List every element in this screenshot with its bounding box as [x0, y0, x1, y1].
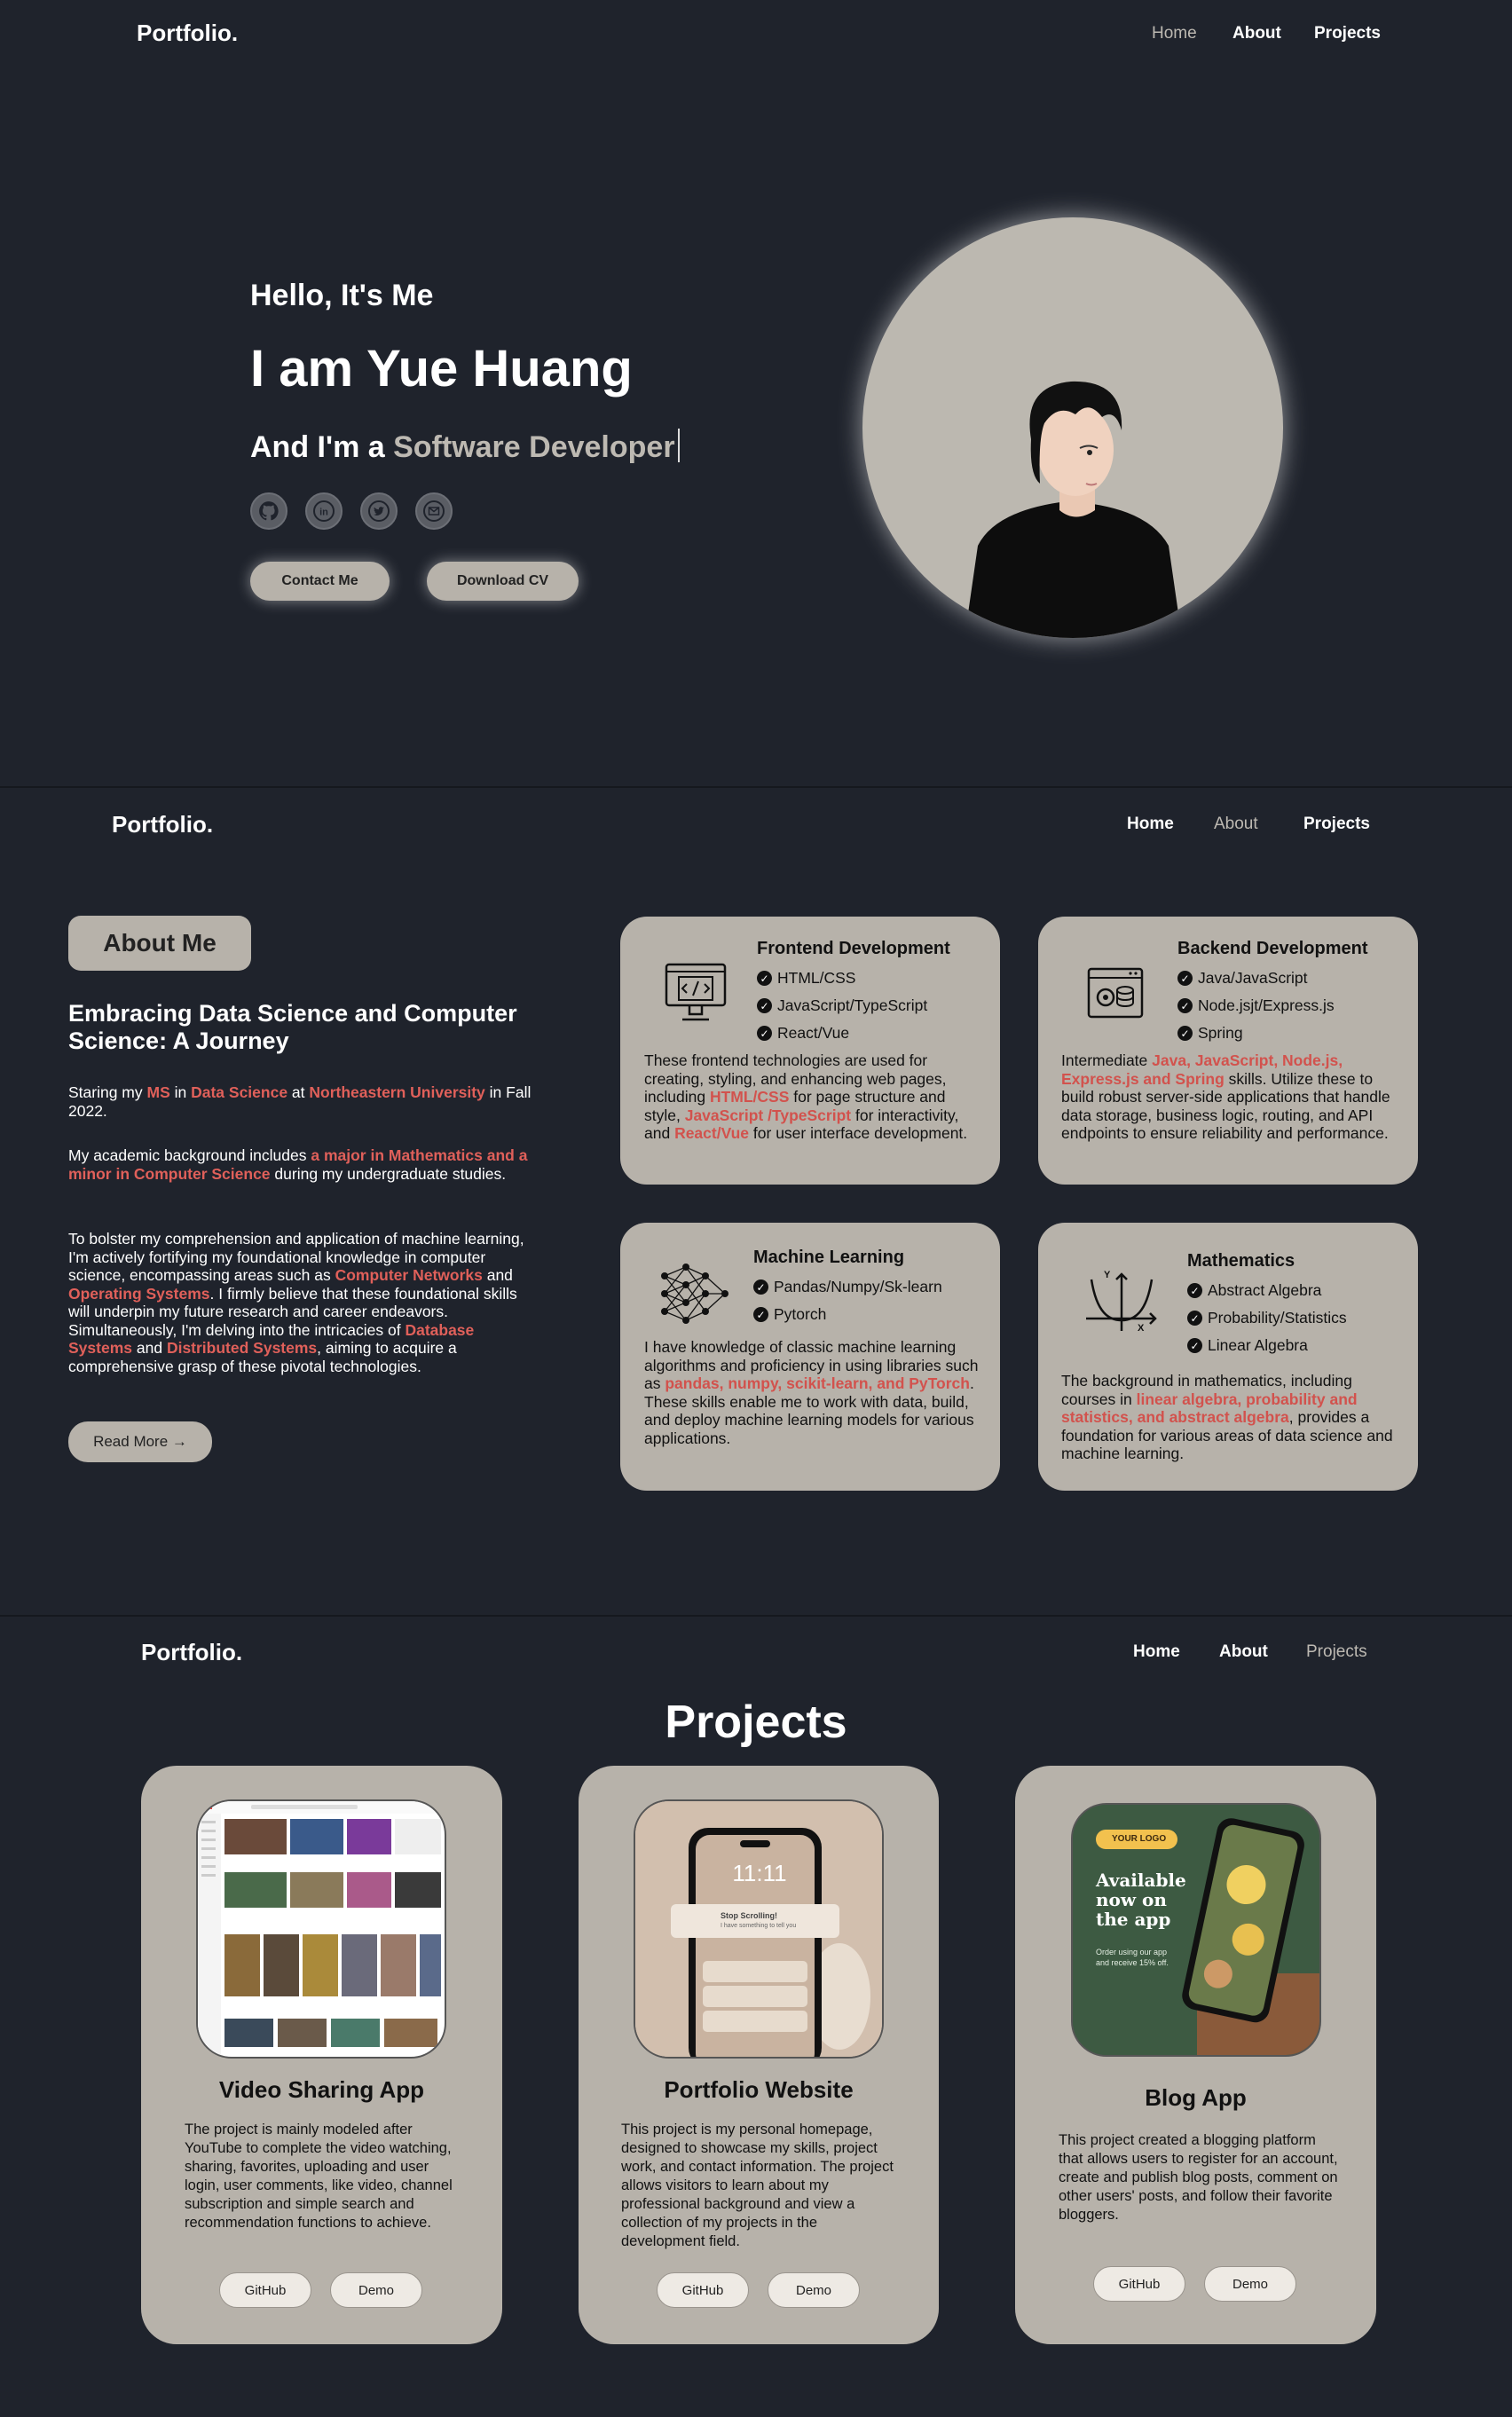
phone-clock: 11:11	[732, 1860, 787, 1886]
linkedin-icon[interactable]: in	[305, 492, 343, 530]
skill-item: ✓ Pytorch	[753, 1301, 942, 1328]
skill-card-frontend: Frontend Development ✓ HTML/CSS ✓ JavaScri…	[620, 917, 1000, 1185]
avatar	[862, 217, 1283, 638]
nav-logo[interactable]: Portfolio.	[137, 20, 238, 47]
promo-subtitle: Order using our app and receive 15% off.	[1096, 1948, 1169, 1967]
project-description: The project is mainly modeled after YouT…	[185, 2122, 453, 2231]
mail-icon[interactable]	[415, 492, 453, 530]
check-icon: ✓	[1187, 1338, 1202, 1353]
skill-description: I have knowledge of classic machine lear…	[644, 1338, 979, 1447]
nav-link-projects[interactable]: Projects	[1303, 815, 1370, 834]
hero-name: I am Yue Huang	[250, 340, 633, 398]
skill-title: Frontend Development	[757, 939, 950, 958]
project-card-portfolio: 11:11 Stop Scrolling! I have something t…	[579, 1766, 939, 2344]
skill-item: ✓ Node.jsjt/Express.js	[1177, 992, 1335, 1020]
skill-item: ✓ Probability/Statistics	[1187, 1304, 1347, 1332]
about-me-badge: About Me	[68, 916, 251, 971]
skill-item: ✓ Spring	[1177, 1020, 1335, 1047]
nav-link-about[interactable]: About	[1214, 815, 1258, 834]
about-title: Embracing Data Science and Computer Scie…	[68, 1000, 517, 1054]
project-description: This project is my personal homepage, de…	[621, 2122, 894, 2249]
about-paragraph-3: To bolster my comprehension and applicat…	[68, 1230, 524, 1375]
hero-greeting: Hello, It's Me	[250, 279, 434, 312]
hero-role-text: Software Developer	[393, 430, 675, 464]
skill-title: Mathematics	[1187, 1251, 1295, 1271]
nav-link-home[interactable]: Home	[1127, 815, 1174, 834]
notification-subtitle: I have something to tell you	[721, 1923, 797, 1929]
hero-role: And I'm a Software Developer	[250, 429, 680, 465]
check-icon: ✓	[753, 1279, 768, 1295]
nav-link-about[interactable]: About	[1219, 1642, 1268, 1662]
twitter-icon[interactable]	[360, 492, 398, 530]
demo-button[interactable]: Demo	[768, 2272, 860, 2308]
check-icon: ✓	[1177, 1026, 1193, 1041]
skill-card-mathematics: YX Mathematics ✓ Abstract Algebra ✓ Probab…	[1038, 1223, 1418, 1491]
skill-title: Machine Learning	[753, 1248, 905, 1267]
project-screenshot: YOUR LOGO Available now on the app Order…	[1071, 1803, 1321, 2057]
about-paragraph-1: Staring my MS in Data Science at Northea…	[68, 1083, 532, 1120]
nav-link-about[interactable]: About	[1232, 24, 1281, 43]
svg-text:X: X	[1138, 1323, 1145, 1333]
check-icon: ✓	[753, 1307, 768, 1322]
check-icon: ✓	[1187, 1283, 1202, 1298]
typing-cursor	[677, 429, 680, 462]
project-screenshot	[196, 1799, 446, 2059]
nav-logo[interactable]: Portfolio.	[141, 1639, 242, 1666]
promo-title: Available now on the app	[1096, 1870, 1186, 1930]
check-icon: ✓	[1187, 1311, 1202, 1326]
skill-title: Backend Development	[1177, 939, 1368, 958]
svg-text:in: in	[319, 508, 328, 518]
github-icon[interactable]	[250, 492, 287, 530]
project-title: Blog App	[1145, 2084, 1247, 2111]
project-title: Video Sharing App	[218, 2076, 425, 2103]
check-icon: ✓	[757, 971, 772, 986]
skill-card-machine-learning: Machine Learning ✓ Pandas/Numpy/Sk-learn …	[620, 1223, 1000, 1491]
skill-item: ✓ Abstract Algebra	[1187, 1277, 1347, 1304]
read-more-button[interactable]: Read More →	[68, 1421, 212, 1462]
check-icon: ✓	[757, 1026, 772, 1041]
promo-logo: YOUR LOGO	[1112, 1834, 1167, 1844]
nav-link-projects[interactable]: Projects	[1306, 1642, 1367, 1662]
demo-button[interactable]: Demo	[1204, 2266, 1296, 2302]
nav-link-home[interactable]: Home	[1152, 24, 1197, 43]
demo-button[interactable]: Demo	[330, 2272, 422, 2308]
skill-item: ✓ HTML/CSS	[757, 964, 927, 992]
graph-axes-icon: YX	[1084, 1269, 1159, 1337]
skill-item: ✓ Linear Algebra	[1187, 1332, 1347, 1359]
skill-description: These frontend technologies are used for…	[644, 1051, 968, 1142]
skill-description: The background in mathematics, including…	[1061, 1372, 1393, 1462]
neural-network-icon	[659, 1258, 730, 1334]
project-title: Portfolio Website	[664, 2076, 854, 2103]
skill-item: ✓ Pandas/Numpy/Sk-learn	[753, 1273, 942, 1301]
monitor-code-icon	[663, 961, 728, 1031]
check-icon: ✓	[1177, 971, 1193, 986]
github-button[interactable]: GitHub	[657, 2272, 749, 2308]
check-icon: ✓	[757, 998, 772, 1013]
project-screenshot: 11:11 Stop Scrolling! I have something t…	[634, 1799, 884, 2059]
about-paragraph-2: My academic background includes a major …	[68, 1146, 528, 1183]
github-button[interactable]: GitHub	[219, 2272, 311, 2308]
skill-item: ✓ React/Vue	[757, 1020, 927, 1047]
project-description: This project created a blogging platform…	[1059, 2132, 1338, 2223]
nav-logo[interactable]: Portfolio.	[112, 811, 213, 838]
notification-title: Stop Scrolling!	[721, 1911, 777, 1920]
projects-heading: Projects	[665, 1697, 847, 1748]
check-icon: ✓	[1177, 998, 1193, 1013]
project-card-blog: YOUR LOGO Available now on the app Order…	[1015, 1766, 1376, 2344]
project-card-video-sharing: Video Sharing App The project is mainly …	[141, 1766, 502, 2344]
contact-me-button[interactable]: Contact Me	[250, 562, 390, 601]
nav-link-projects[interactable]: Projects	[1314, 24, 1381, 43]
skill-item: ✓ Java/JavaScript	[1177, 964, 1335, 992]
hero-role-prefix: And I'm a	[250, 430, 385, 464]
svg-text:Y: Y	[1104, 1270, 1111, 1280]
nav-link-home[interactable]: Home	[1133, 1642, 1180, 1662]
skill-card-backend: Backend Development ✓ Java/JavaScript ✓ No…	[1038, 917, 1418, 1185]
server-gear-icon	[1086, 966, 1145, 1026]
skill-description: Intermediate Java, JavaScript, Node.js, …	[1061, 1051, 1390, 1142]
skill-item: ✓ JavaScript/TypeScript	[757, 992, 927, 1020]
github-button[interactable]: GitHub	[1093, 2266, 1185, 2302]
download-cv-button[interactable]: Download CV	[427, 562, 579, 601]
